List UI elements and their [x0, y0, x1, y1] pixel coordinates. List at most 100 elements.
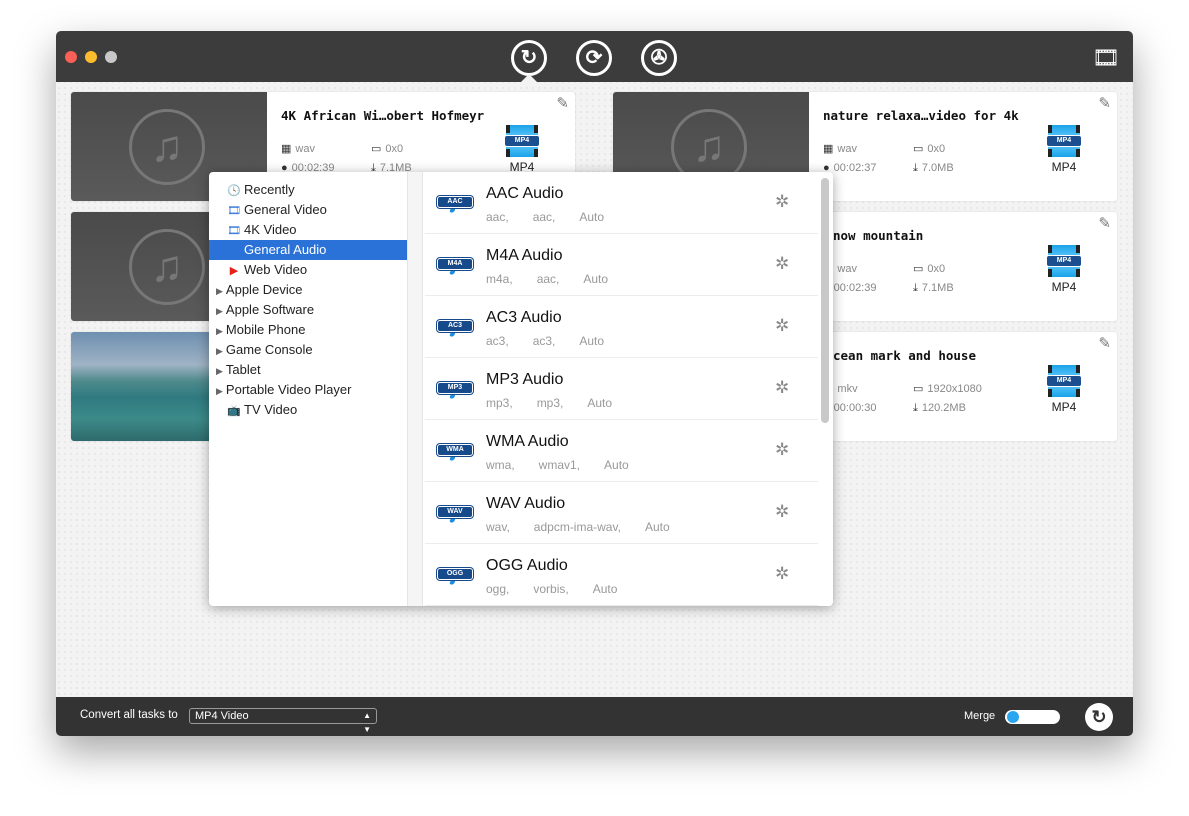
audio-format-icon: ♪OGG	[437, 559, 473, 593]
category-item[interactable]: ♪ General Audio	[209, 240, 407, 260]
film-icon: ▦	[281, 143, 292, 155]
audio-format-icon: ♪AAC	[437, 187, 473, 221]
gear-icon[interactable]: ✲	[775, 502, 789, 522]
format-item[interactable]: ♪MP3 MP3 Audio mp3,mp3,Auto ✲	[425, 358, 818, 420]
output-format-button[interactable]: MP4 MP4	[1046, 365, 1082, 414]
task-title: now mountain	[833, 228, 924, 243]
divider	[407, 172, 423, 606]
category-item[interactable]: ▶ Apple Device	[209, 280, 407, 300]
convert-icon: ↻	[520, 47, 538, 69]
category-list: 🕓 Recently 🎞 General Video 🎞 4K Video ♪ General…	[209, 180, 407, 420]
category-item[interactable]: ▶ Apple Software	[209, 300, 407, 320]
gear-icon[interactable]: ✲	[775, 254, 789, 274]
mp4-icon: MP4	[504, 125, 540, 157]
edit-pencil-icon[interactable]: ✎	[556, 94, 569, 112]
merge-toggle[interactable]	[1005, 710, 1060, 724]
edit-pencil-icon[interactable]: ✎	[1098, 214, 1111, 232]
category-item[interactable]: ▶ Mobile Phone	[209, 320, 407, 340]
disclosure-triangle-icon[interactable]: ▶	[216, 286, 223, 296]
format-item[interactable]: ♪M4A M4A Audio m4a,aac,Auto ✲	[425, 234, 818, 296]
media-tab-button[interactable]: ✇	[641, 40, 677, 76]
format-picker-popover: 🕓 Recently 🎞 General Video 🎞 4K Video ♪ General…	[209, 172, 833, 606]
source-format: ▦wav	[281, 143, 315, 155]
disclosure-triangle-icon[interactable]: ▶	[216, 386, 223, 396]
format-details: wma, wmav1, Auto	[486, 458, 629, 472]
merge-label: Merge	[964, 710, 996, 722]
music-note-icon: ♫	[129, 109, 205, 185]
gear-icon[interactable]: ✲	[775, 378, 789, 398]
gear-icon[interactable]: ✲	[775, 192, 789, 212]
monitor-icon: ▭	[371, 143, 382, 155]
format-details: wav, adpcm-ima-wav, Auto	[486, 520, 670, 534]
disclosure-triangle-icon[interactable]: ▶	[216, 366, 223, 376]
gear-icon[interactable]: ✲	[775, 564, 789, 584]
format-name: WMA Audio	[486, 433, 569, 450]
monitor-icon: ▭	[913, 143, 924, 155]
format-list: ♪AAC AAC Audio aac,aac,Auto ✲♪M4A M4A Au…	[425, 172, 818, 606]
edit-pencil-icon[interactable]: ✎	[1098, 94, 1111, 112]
download-icon: ⤓	[913, 402, 918, 414]
bottom-bar: Convert all tasks to MP4 Video ▲ ▼ Merge ↻	[56, 697, 1133, 736]
format-name: WAV Audio	[486, 495, 566, 512]
zoom-button[interactable]	[105, 51, 117, 63]
dvd-tab-button[interactable]: ⟳	[576, 40, 612, 76]
monitor-icon: ▭	[913, 263, 924, 275]
tv-icon: 📺	[227, 405, 241, 417]
edit-pencil-icon[interactable]: ✎	[1098, 334, 1111, 352]
close-button[interactable]	[65, 51, 77, 63]
output-format-button[interactable]: MP4 MP4	[504, 125, 540, 174]
convert-all-button[interactable]: ↻	[1085, 703, 1113, 731]
audio-format-icon: ♪WMA	[437, 435, 473, 469]
output-format-button[interactable]: MP4 MP4	[1046, 245, 1082, 294]
format-item[interactable]: ♪WAV WAV Audio wav,adpcm-ima-wav,Auto ✲	[425, 482, 818, 544]
category-item[interactable]: 📺 TV Video	[209, 400, 407, 420]
category-item[interactable]: ▶ Web Video	[209, 260, 407, 280]
film-icon: ▦	[823, 143, 834, 155]
format-item[interactable]: ♪AC3 AC3 Audio ac3,ac3,Auto ✲	[425, 296, 818, 358]
format-item[interactable]: ♪WMA WMA Audio wma,wmav1,Auto ✲	[425, 420, 818, 482]
format-details: m4a, aac, Auto	[486, 272, 609, 286]
category-item[interactable]: 🕓 Recently	[209, 180, 407, 200]
toggle-knob	[1007, 711, 1019, 723]
youtube-icon: ▶	[229, 265, 239, 277]
audio-format-icon: ♪AC3	[437, 311, 473, 345]
resolution: ▭ 0x0	[913, 263, 946, 275]
gear-icon[interactable]: ✲	[775, 440, 789, 460]
output-format-label: MP4	[1051, 400, 1077, 414]
format-item[interactable]: ♪OGG OGG Audio ogg,vorbis,Auto ✲	[425, 544, 818, 606]
format-details: ogg, vorbis, Auto	[486, 582, 618, 596]
disclosure-triangle-icon[interactable]: ▶	[216, 326, 223, 336]
title-bar: ↻ ⟳ ✇ 🎞	[56, 31, 1133, 83]
output-format-select[interactable]: MP4 Video ▲ ▼	[189, 708, 377, 734]
format-details: aac, aac, Auto	[486, 210, 605, 224]
category-item[interactable]: 🎞 General Video	[209, 200, 407, 220]
audio-format-icon: ♪MP3	[437, 373, 473, 407]
video-list-icon[interactable]: 🎞	[1092, 45, 1120, 71]
convert-all-label: Convert all tasks to	[80, 709, 178, 721]
disclosure-triangle-icon[interactable]: ▶	[216, 346, 223, 356]
task-title: 4K African Wi…obert Hofmeyr	[281, 108, 485, 123]
resolution: ▭ 1920x1080	[913, 383, 982, 395]
category-item[interactable]: 🎞 4K Video	[209, 220, 407, 240]
film-icon: 🎞	[227, 205, 241, 217]
scrollbar[interactable]	[821, 178, 829, 423]
audio-format-icon: ♪WAV	[437, 497, 473, 531]
gear-icon[interactable]: ✲	[775, 316, 789, 336]
mp4-icon: MP4	[1046, 125, 1082, 157]
resolution: ▭ 0x0	[913, 143, 946, 155]
disclosure-triangle-icon[interactable]: ▶	[216, 306, 223, 316]
output-format-button[interactable]: MP4 MP4	[1046, 125, 1082, 174]
updown-arrow-icon: ▲ ▼	[363, 711, 371, 734]
file-size: ⤓ 7.1MB	[913, 282, 954, 294]
format-name: OGG Audio	[486, 557, 568, 574]
task-title: cean mark and house	[833, 348, 976, 363]
category-item[interactable]: ▶ Tablet	[209, 360, 407, 380]
format-item[interactable]: ♪AAC AAC Audio aac,aac,Auto ✲	[425, 172, 818, 234]
category-item[interactable]: ▶ Portable Video Player	[209, 380, 407, 400]
file-size: ⤓ 7.0MB	[913, 162, 954, 174]
output-format-label: MP4	[1051, 280, 1077, 294]
category-item[interactable]: ▶ Game Console	[209, 340, 407, 360]
minimize-button[interactable]	[85, 51, 97, 63]
convert-tab-button[interactable]: ↻	[511, 40, 547, 76]
dvd-icon: ⟳	[585, 47, 603, 69]
